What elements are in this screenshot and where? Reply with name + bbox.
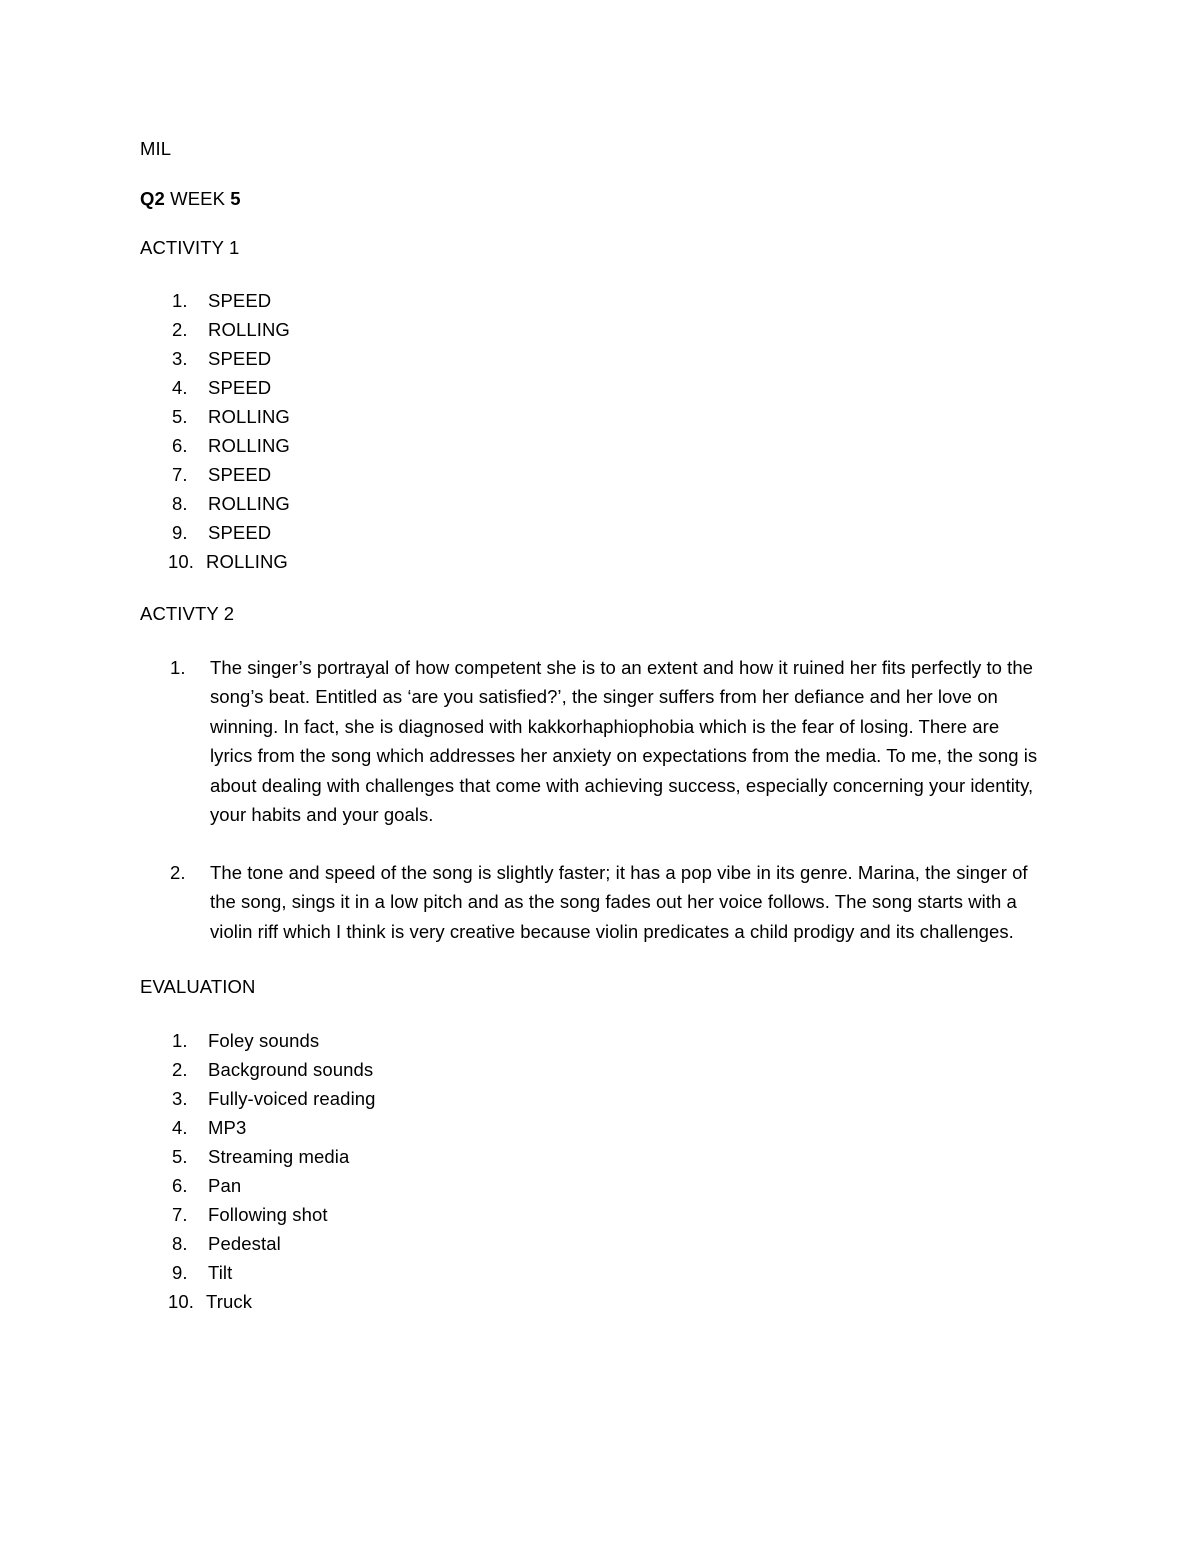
list-item-label: Following shot [208, 1203, 328, 1225]
list-item: 1. SPEED [140, 286, 1045, 315]
list-item-label: Streaming media [208, 1145, 350, 1167]
subject-title: MIL [140, 138, 172, 159]
list-item-number: 10. [168, 1290, 195, 1312]
list-item: 3. Fully-voiced reading [140, 1084, 1045, 1113]
activity-1-list: 1. SPEED 2. ROLLING 3. SPEED 4. SPEED 5. ROLL… [140, 286, 1045, 576]
list-item: 9. SPEED [140, 518, 1045, 547]
list-item-paragraph: The singer’s portrayal of how competent … [210, 656, 1038, 826]
list-item: 7. SPEED [140, 460, 1045, 489]
list-item-label: ROLLING [208, 406, 290, 427]
list-item-number: 10. [168, 551, 195, 572]
list-item-label: Fully-voiced reading [208, 1087, 376, 1109]
list-item-number: 2. [172, 319, 188, 340]
list-item-label: SPEED [208, 522, 272, 543]
list-item-label: ROLLING [206, 551, 288, 572]
list-item: 4. MP3 [140, 1113, 1045, 1142]
list-item-number: 9. [172, 522, 188, 543]
list-item: 4. SPEED [140, 373, 1045, 402]
list-item: 8. Pedestal [140, 1229, 1045, 1258]
list-item-label: ROLLING [208, 319, 290, 340]
list-item-label: ROLLING [208, 493, 290, 514]
list-item-number: 5. [172, 1145, 188, 1167]
list-item-label: Truck [206, 1290, 253, 1312]
list-item-number: 6. [172, 1174, 188, 1196]
document-page: MIL Q2 WEEK 5 ACTIVITY 1 1. SPEED 2. ROLLI… [0, 0, 1200, 1553]
list-item-label: Foley sounds [208, 1029, 320, 1051]
list-item: 9. Tilt [140, 1258, 1045, 1287]
list-item: 6. Pan [140, 1171, 1045, 1200]
list-item: 6. ROLLING [140, 431, 1045, 460]
list-item-label: Pedestal [208, 1232, 281, 1254]
list-item-label: Pan [208, 1174, 242, 1196]
week-quarter-label: Q2 [140, 187, 165, 209]
list-item: 2. Background sounds [140, 1055, 1045, 1084]
list-item-label: SPEED [208, 377, 272, 398]
list-item-number: 9. [172, 1261, 188, 1283]
week-number-label: 5 [230, 187, 241, 209]
list-item: 5. ROLLING [140, 402, 1045, 431]
list-item: 2. The tone and speed of the song is slig… [140, 858, 1045, 947]
list-item-label: Background sounds [208, 1058, 374, 1080]
list-item-label: ROLLING [208, 435, 290, 456]
list-item-label: SPEED [208, 348, 272, 369]
list-item: 10. Truck [140, 1287, 1045, 1316]
list-item-number: 2. [172, 1058, 188, 1080]
list-item-label: Tilt [208, 1261, 233, 1283]
list-item-number: 7. [172, 1203, 188, 1225]
week-heading: Q2 WEEK 5 [140, 188, 1045, 210]
list-item-label: SPEED [208, 464, 272, 485]
week-word-label: WEEK [164, 187, 231, 209]
list-item-number: 2. [170, 861, 186, 883]
list-item-number: 7. [172, 464, 188, 485]
list-item: 1. The singer’s portrayal of how competen… [140, 653, 1045, 830]
list-item: 3. SPEED [140, 344, 1045, 373]
list-item: 1. Foley sounds [140, 1026, 1045, 1055]
list-item-label: MP3 [208, 1116, 247, 1138]
evaluation-heading: EVALUATION [140, 976, 256, 997]
list-item: 2. ROLLING [140, 315, 1045, 344]
list-item-number: 4. [172, 377, 188, 398]
list-item: 8. ROLLING [140, 489, 1045, 518]
list-item-number: 6. [172, 435, 188, 456]
list-item-number: 8. [172, 493, 188, 514]
list-item-number: 4. [172, 1116, 188, 1138]
list-item-number: 1. [170, 656, 186, 678]
list-item-number: 8. [172, 1232, 188, 1254]
list-item: 7. Following shot [140, 1200, 1045, 1229]
activity-1-heading: ACTIVITY 1 [140, 236, 240, 258]
list-item-number: 3. [172, 1087, 188, 1109]
evaluation-list: 1. Foley sounds 2. Background sounds 3. Ful… [140, 1026, 1045, 1316]
list-item: 10. ROLLING [140, 547, 1045, 576]
activity-2-list: 1. The singer’s portrayal of how competen… [140, 653, 1045, 947]
list-item-number: 1. [172, 290, 188, 311]
list-item-number: 3. [172, 348, 188, 369]
activity-2-heading: ACTIVTY 2 [140, 603, 235, 624]
list-item: 5. Streaming media [140, 1142, 1045, 1171]
list-item-label: SPEED [208, 290, 272, 311]
list-item-number: 1. [172, 1029, 188, 1051]
list-item-paragraph: The tone and speed of the song is slight… [210, 861, 1028, 942]
list-item-number: 5. [172, 406, 188, 427]
